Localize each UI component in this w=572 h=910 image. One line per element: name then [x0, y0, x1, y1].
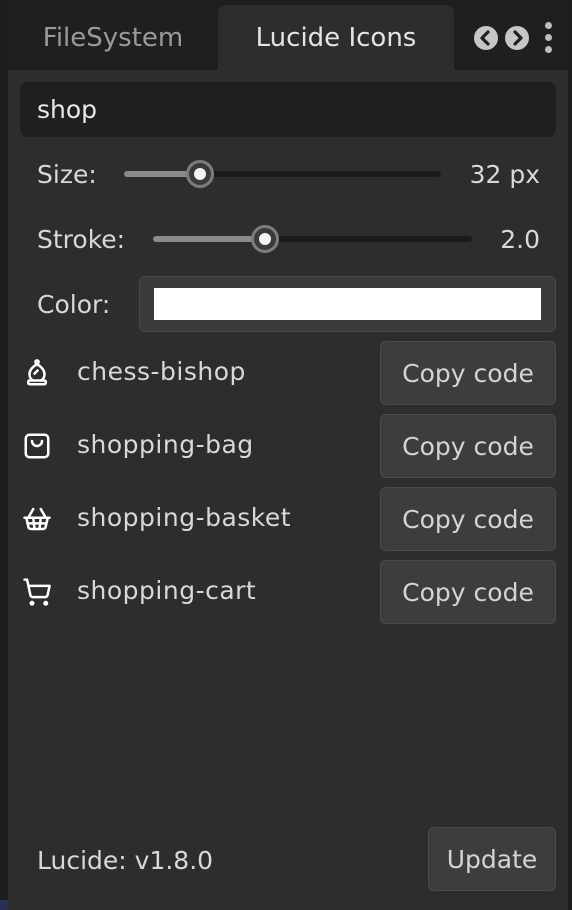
lucide-panel: Size: 32 px Stroke: 2.0 Color: chess-bis…	[8, 70, 568, 910]
color-label: Color:	[37, 290, 111, 319]
list-item-shopping-cart: shopping-cart Copy code	[8, 560, 568, 626]
size-label: Size:	[37, 160, 97, 189]
copy-code-button[interactable]: Copy code	[380, 414, 556, 478]
shopping-basket-icon	[23, 507, 51, 531]
color-picker-button[interactable]	[139, 276, 556, 332]
chevron-right-icon	[513, 30, 523, 46]
icon-name: shopping-basket	[77, 503, 292, 532]
kebab-menu-icon-dot	[545, 46, 552, 53]
update-button[interactable]: Update	[428, 827, 556, 891]
kebab-menu-icon	[545, 22, 552, 29]
kebab-menu-icon-dot	[545, 34, 552, 41]
copy-code-button[interactable]: Copy code	[380, 487, 556, 551]
shopping-cart-icon	[23, 578, 51, 606]
stroke-slider-handle[interactable]	[251, 225, 279, 253]
icon-name: shopping-bag	[77, 430, 254, 459]
shopping-bag-icon	[24, 433, 50, 459]
color-swatch	[154, 288, 541, 320]
size-value: 32 px	[469, 160, 540, 189]
tab-scroll-right-button[interactable]	[505, 26, 529, 50]
list-item-shopping-bag: shopping-bag Copy code	[8, 414, 568, 480]
size-slider[interactable]	[124, 160, 441, 188]
tab-bar: FileSystem Lucide Icons	[8, 0, 568, 70]
search-input[interactable]	[20, 82, 556, 137]
tab-menu-button[interactable]	[541, 22, 555, 54]
stroke-value: 2.0	[500, 225, 540, 254]
stroke-slider[interactable]	[153, 225, 472, 253]
list-item-shopping-basket: shopping-basket Copy code	[8, 487, 568, 553]
tab-lucide-icons[interactable]: Lucide Icons	[218, 5, 454, 70]
window-edge	[0, 0, 8, 910]
chevron-left-icon	[480, 30, 490, 46]
icon-name: shopping-cart	[77, 576, 257, 605]
icon-name: chess-bishop	[77, 357, 246, 386]
stroke-label: Stroke:	[37, 225, 126, 254]
chess-bishop-icon	[27, 359, 47, 386]
tab-filesystem[interactable]: FileSystem	[16, 5, 210, 70]
copy-code-button[interactable]: Copy code	[380, 341, 556, 405]
copy-code-button[interactable]: Copy code	[380, 560, 556, 624]
version-label: Lucide: v1.8.0	[37, 846, 214, 875]
list-item-chess-bishop: chess-bishop Copy code	[8, 341, 568, 407]
tab-scroll-left-button[interactable]	[474, 26, 498, 50]
size-slider-handle[interactable]	[186, 160, 214, 188]
stroke-slider-fill	[153, 236, 265, 242]
